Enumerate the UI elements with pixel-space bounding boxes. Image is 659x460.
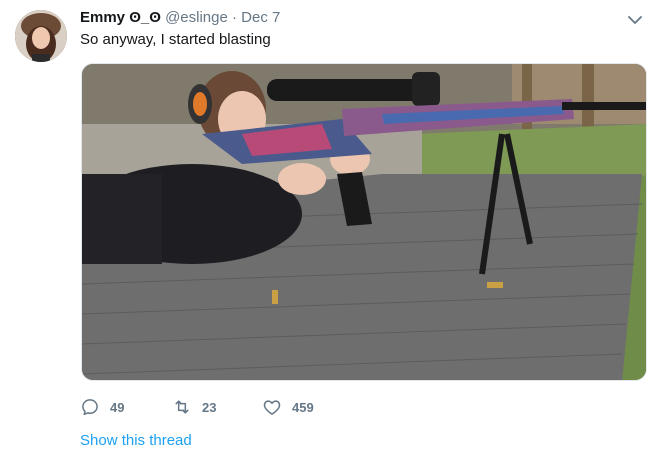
video-thumbnail xyxy=(82,64,646,380)
reply-count: 49 xyxy=(110,399,125,415)
retweet-count: 23 xyxy=(202,399,217,415)
name-emoji: ʘ_ʘ xyxy=(129,9,161,26)
heart-icon xyxy=(263,400,281,415)
tweet-card[interactable]: Emmy ʘ_ʘ @eslinge · Dec 7 So anyway, I s… xyxy=(0,0,659,460)
user-handle[interactable]: @eslinge xyxy=(165,9,228,26)
chevron-down-icon[interactable] xyxy=(627,12,643,28)
reply-icon xyxy=(82,399,98,416)
separator-dot: · xyxy=(232,9,237,26)
tweet-header: Emmy ʘ_ʘ @eslinge · Dec 7 xyxy=(80,8,280,28)
avatar[interactable] xyxy=(15,10,67,62)
tweet-text: So anyway, I started blasting xyxy=(80,31,271,48)
like-button[interactable]: 459 xyxy=(262,396,314,418)
retweet-icon xyxy=(175,400,189,414)
show-thread-link[interactable]: Show this thread xyxy=(80,432,192,449)
tweet-date[interactable]: Dec 7 xyxy=(241,9,280,26)
reply-button[interactable]: 49 xyxy=(80,396,124,418)
tweet-media[interactable] xyxy=(81,63,647,381)
like-count: 459 xyxy=(292,399,314,415)
display-name[interactable]: Emmy xyxy=(80,9,125,26)
avatar-image xyxy=(15,10,67,62)
tweet-actions: 49 23 459 xyxy=(80,396,460,418)
retweet-button[interactable]: 23 xyxy=(172,396,216,418)
